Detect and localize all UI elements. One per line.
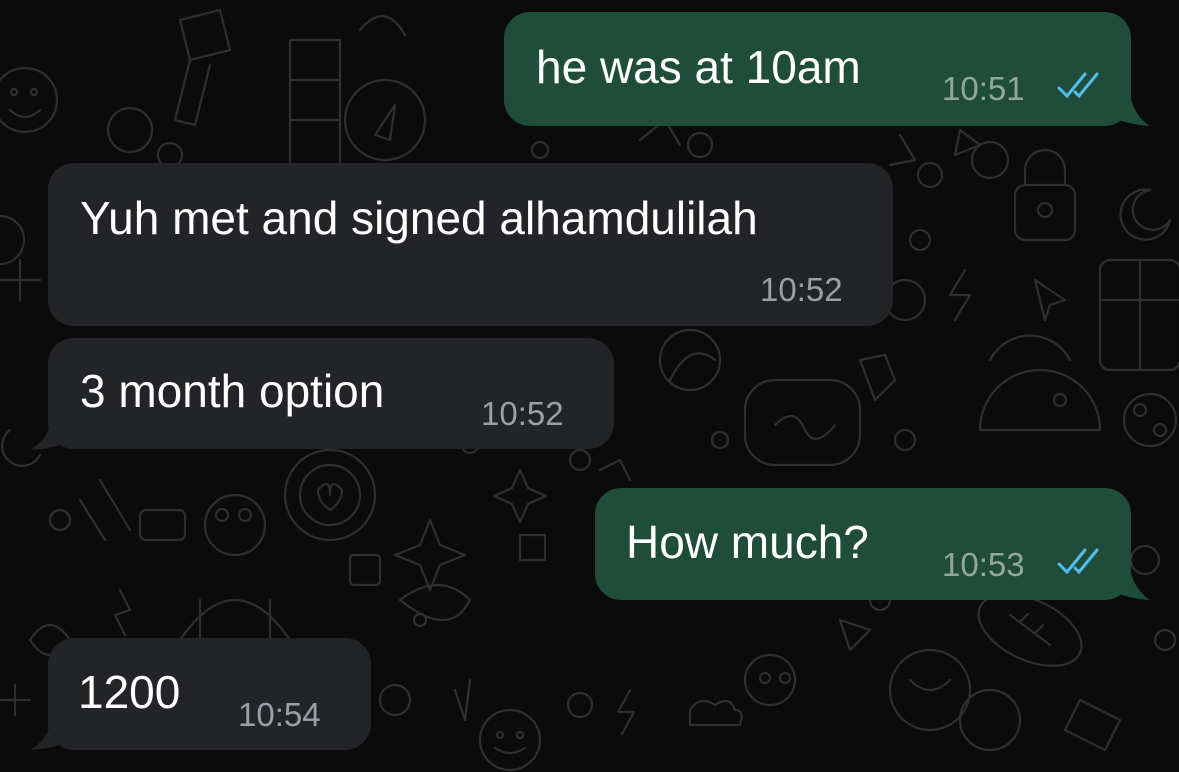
bubble-tail-outgoing xyxy=(1110,568,1150,600)
message-text: 3 month option xyxy=(80,365,385,417)
message-text: he was at 10am xyxy=(536,41,861,93)
message-timestamp: 10:51 xyxy=(942,70,1025,107)
message-timestamp: 10:52 xyxy=(760,271,843,308)
double-check-read-icon xyxy=(1057,548,1099,575)
message-text: Yuh met and signed alhamdulilah xyxy=(80,192,758,244)
bubble-tail-incoming xyxy=(30,718,72,750)
message-timestamp: 10:52 xyxy=(481,395,564,432)
message-bubble-outgoing[interactable]: How much? 10:53 xyxy=(595,488,1131,600)
message-timestamp: 10:54 xyxy=(238,696,321,733)
message-bubble-incoming[interactable]: Yuh met and signed alhamdulilah 10:52 xyxy=(48,163,893,326)
message-timestamp: 10:53 xyxy=(942,546,1025,583)
message-bubble-incoming[interactable]: 1200 10:54 xyxy=(48,638,371,750)
message-text: How much? xyxy=(626,516,869,568)
message-bubble-outgoing[interactable]: he was at 10am 10:51 xyxy=(504,12,1131,126)
double-check-read-icon xyxy=(1057,72,1099,99)
bubble-tail-incoming xyxy=(30,418,72,450)
bubble-tail-outgoing xyxy=(1110,94,1150,126)
message-text: 1200 xyxy=(78,666,181,718)
message-bubble-incoming[interactable]: 3 month option 10:52 xyxy=(48,338,614,449)
